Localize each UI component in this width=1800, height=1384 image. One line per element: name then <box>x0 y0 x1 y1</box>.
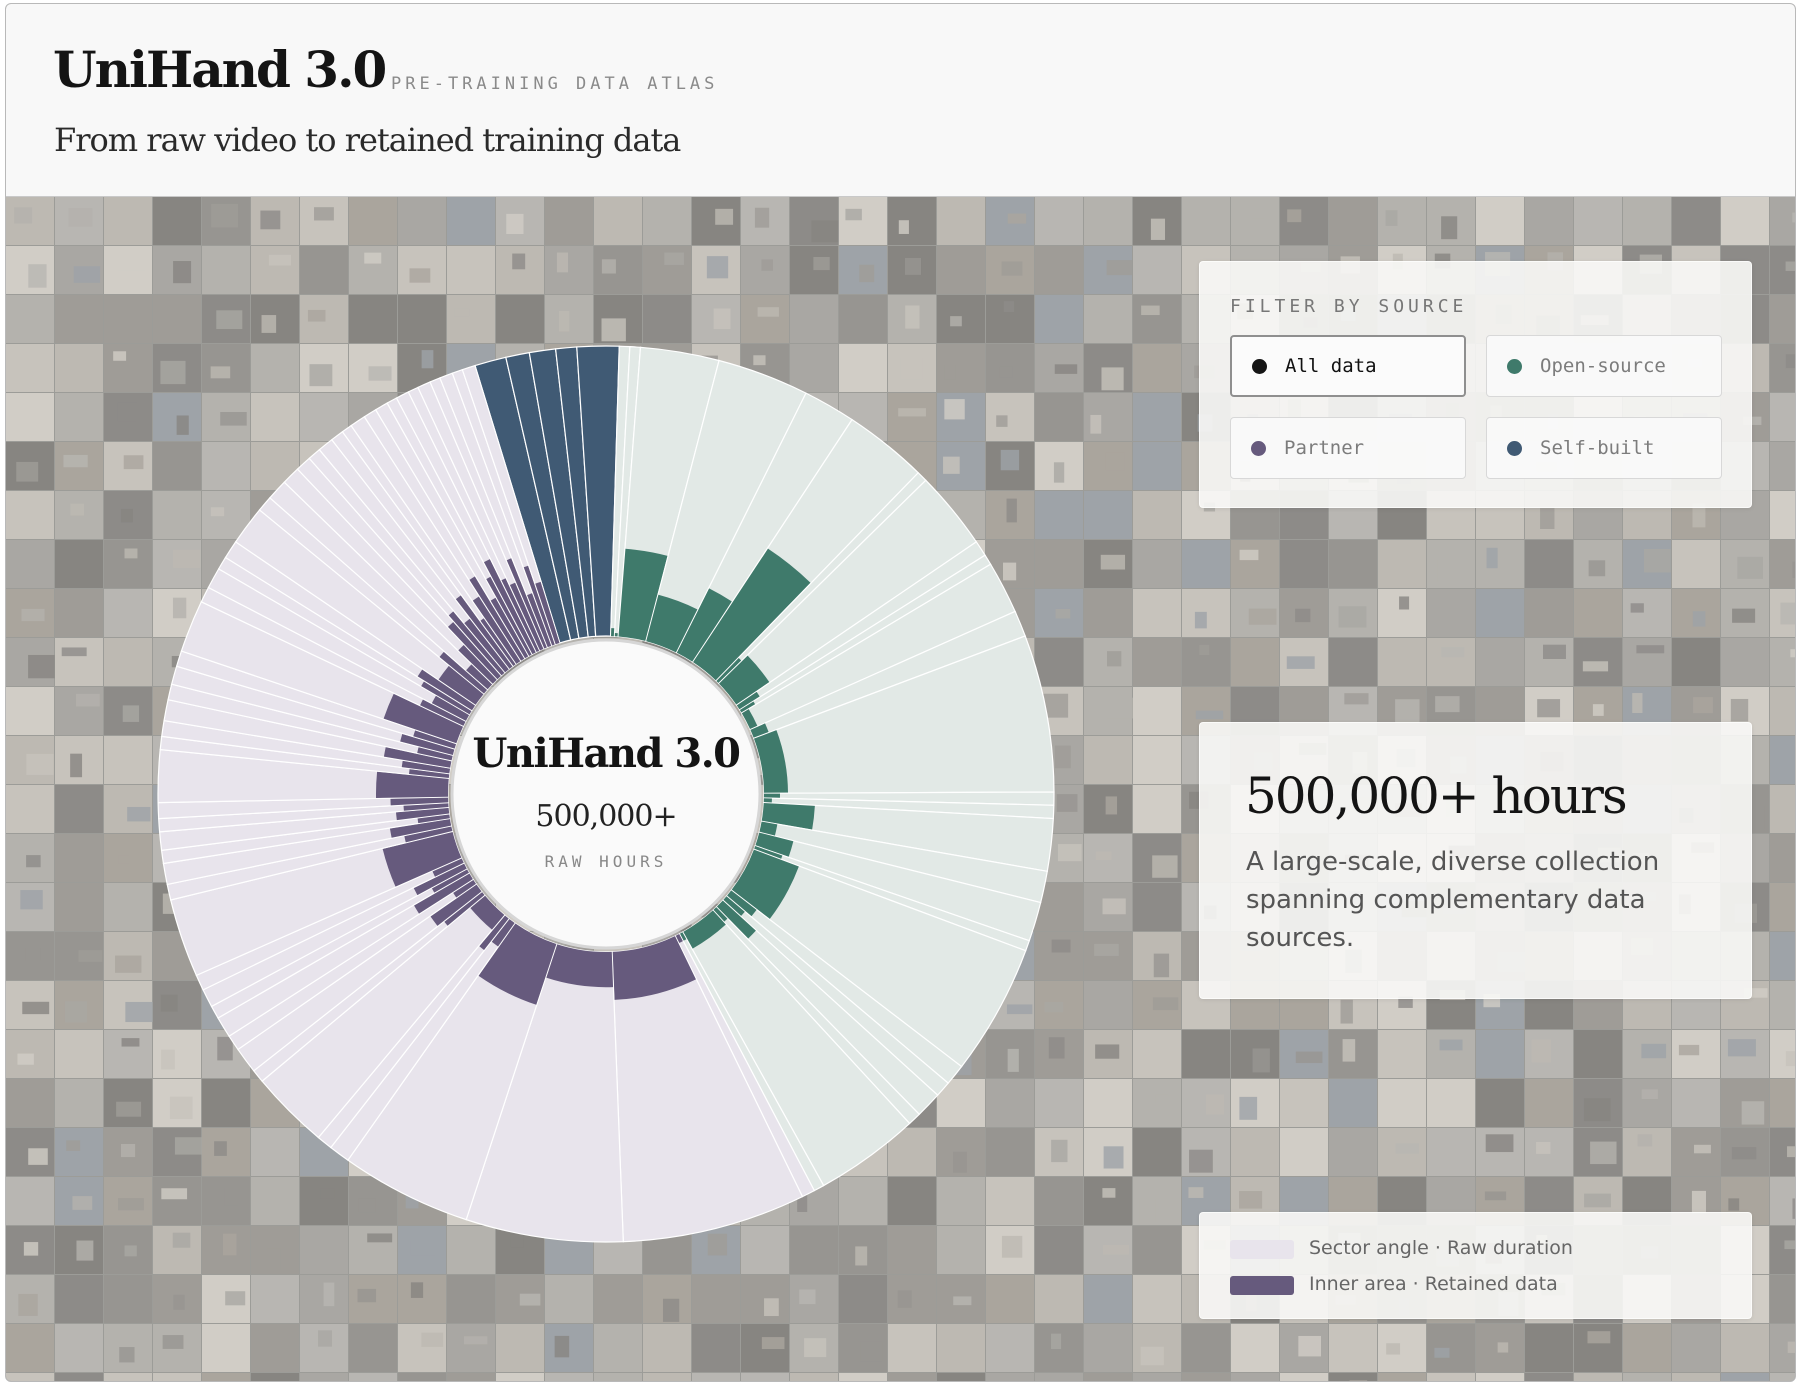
retained-bar-open-source[interactable] <box>763 793 780 799</box>
summary-panel: 500,000+ hours A large-scale, diverse co… <box>1199 722 1752 999</box>
partner-dot-icon <box>1251 440 1266 456</box>
filter-partner-button[interactable]: Partner <box>1230 417 1466 479</box>
filter-button-label: Open-source <box>1540 355 1666 377</box>
retained-bar-open-source[interactable] <box>614 633 619 637</box>
page-title: UniHand 3.0 <box>53 40 387 99</box>
filter-self-built-button[interactable]: Self-built <box>1486 417 1722 479</box>
page-subtitle: From raw video to retained training data <box>54 121 681 159</box>
open-source-dot-icon <box>1507 358 1522 374</box>
app-window: UniHand 3.0 PRE-TRAINING DATA ATLAS From… <box>5 3 1796 1382</box>
center-title: UniHand 3.0 <box>473 730 740 777</box>
radial-data-chart[interactable]: UniHand 3.0 500,000+ RAW HOURS <box>6 4 1795 1381</box>
summary-body: A large-scale, diverse collection spanni… <box>1246 847 1660 953</box>
center-label: RAW HOURS <box>545 852 668 871</box>
legend-label-retained: Inner area · Retained data <box>1309 1273 1558 1295</box>
filter-panel: FILTER BY SOURCE All data Open-source Pa… <box>1199 261 1752 508</box>
legend-swatch-retained <box>1230 1276 1294 1295</box>
filter-all-data-button[interactable]: All data <box>1230 335 1466 397</box>
summary-headline: 500,000+ hours <box>1245 767 1628 825</box>
chart-legend: Sector angle · Raw duration Inner area ·… <box>1199 1212 1752 1319</box>
chart-center-disc <box>450 638 762 950</box>
filter-open-source-button[interactable]: Open-source <box>1486 335 1722 397</box>
filter-title: FILTER BY SOURCE <box>1230 296 1468 317</box>
page-kicker: PRE-TRAINING DATA ATLAS <box>391 74 719 94</box>
filter-button-label: All data <box>1285 355 1377 377</box>
filter-button-label: Partner <box>1284 437 1365 459</box>
center-value: 500,000+ <box>535 799 676 834</box>
page-header: UniHand 3.0 PRE-TRAINING DATA ATLAS From… <box>6 4 1795 197</box>
self-built-dot-icon <box>1507 440 1522 456</box>
all-data-dot-icon <box>1252 358 1267 374</box>
retained-bar-open-source[interactable] <box>763 798 772 803</box>
filter-button-label: Self-built <box>1540 437 1655 459</box>
legend-label-raw: Sector angle · Raw duration <box>1309 1237 1573 1259</box>
legend-swatch-raw <box>1230 1240 1294 1259</box>
